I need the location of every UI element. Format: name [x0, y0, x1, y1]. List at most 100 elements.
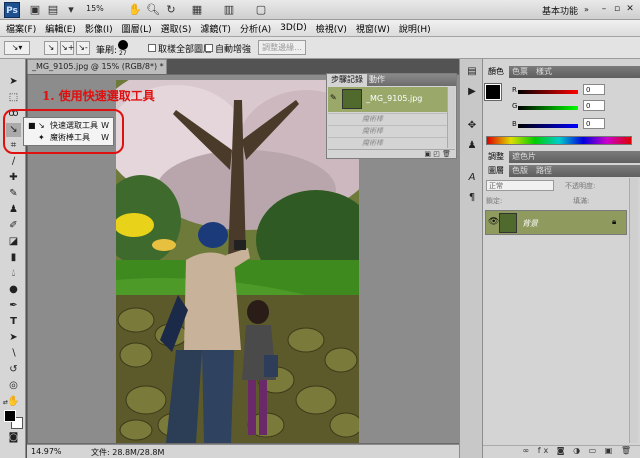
gradient-tool-icon[interactable]: ▮: [6, 251, 21, 265]
red-slider[interactable]: [518, 90, 578, 94]
quick-mask-icon[interactable]: ◙: [6, 431, 21, 445]
character-panel-icon[interactable]: A: [465, 171, 479, 185]
annotation-highlight-box: [3, 109, 124, 154]
rotate-view-icon[interactable]: ↻: [164, 3, 178, 17]
color-panel-fg-swatch[interactable]: [484, 83, 502, 101]
tool-preset-picker[interactable]: ↘▾: [4, 41, 30, 55]
document-tab[interactable]: _MG_9105.jpg @ 15% (RGB/8*) *: [27, 59, 167, 74]
red-channel-label: R: [512, 86, 517, 94]
zoom-icon[interactable]: 🔍︎: [146, 3, 160, 17]
foreground-color-swatch[interactable]: [4, 410, 16, 422]
actions-panel-icon[interactable]: ▶: [465, 85, 479, 99]
hand-icon[interactable]: ✋: [128, 3, 142, 17]
workspace-switcher[interactable]: 基本功能: [542, 4, 578, 17]
new-selection-icon[interactable]: ↘: [44, 41, 58, 55]
history-brush-tool-icon[interactable]: ✐: [6, 219, 21, 233]
sample-all-layers-label: 取樣全部圖層: [158, 45, 213, 55]
blue-channel-label: B: [512, 120, 517, 128]
healing-brush-tool-icon[interactable]: ✚: [6, 171, 21, 185]
close-icon[interactable]: ✕: [624, 4, 636, 15]
add-to-selection-icon[interactable]: ↘+: [60, 41, 74, 55]
history-step[interactable]: 魔術棒: [328, 125, 447, 136]
layer-visibility-eye-icon[interactable]: 👁︎: [488, 217, 499, 227]
minimize-icon[interactable]: –: [598, 4, 610, 15]
blur-tool-icon[interactable]: 💧︎: [6, 267, 21, 281]
history-panel-icon[interactable]: ▤: [465, 65, 479, 79]
arrange-docs-icon[interactable]: ▥: [222, 3, 236, 17]
brush-tool-icon[interactable]: ✎: [6, 187, 21, 201]
layers-scrollbar[interactable]: [629, 178, 638, 443]
adjustments-panel-header: 調整 遮色片: [483, 151, 640, 163]
menu-bar: 檔案(F) 編輯(E) 影像(I) 圖層(L) 選取(S) 濾鏡(T) 分析(A…: [0, 20, 640, 37]
tab-channels[interactable]: 色版: [507, 165, 533, 177]
tab-swatches[interactable]: 色票: [507, 66, 533, 78]
menu-image[interactable]: 影像(I): [85, 22, 113, 35]
tab-masks[interactable]: 遮色片: [507, 151, 541, 163]
menu-file[interactable]: 檔案(F): [6, 22, 36, 35]
zoom-status-field[interactable]: 14.97%: [31, 447, 62, 456]
tab-history[interactable]: 步驟記錄: [327, 74, 367, 86]
extras-icon[interactable]: ▾: [64, 3, 78, 17]
swap-colors-icon[interactable]: ⇄: [3, 399, 8, 406]
dodge-tool-icon[interactable]: ●: [6, 283, 21, 297]
menu-select[interactable]: 選取(S): [161, 22, 192, 35]
history-footer-buttons[interactable]: ▣ ◰ 🗑︎: [328, 149, 455, 158]
shape-tool-icon[interactable]: ∖: [6, 347, 21, 361]
tab-adjustments[interactable]: 調整: [483, 151, 509, 163]
tab-layers[interactable]: 圖層: [483, 165, 509, 177]
red-value-input[interactable]: 0: [583, 84, 605, 95]
brush-preview-icon[interactable]: [118, 40, 128, 50]
blue-slider[interactable]: [518, 124, 578, 128]
color-spectrum-bar[interactable]: [486, 136, 632, 145]
3d-orbit-tool-icon[interactable]: ◎: [6, 379, 21, 393]
refine-edge-button[interactable]: 調整邊緣...: [258, 40, 306, 55]
options-bar: ↘▾ ↘ ↘+ ↘- 筆刷: 27 取樣全部圖層 自動增強 調整邊緣...: [0, 37, 640, 59]
bridge-icon[interactable]: ▣: [28, 3, 42, 17]
tab-color[interactable]: 顏色: [483, 66, 509, 78]
green-slider[interactable]: [518, 106, 578, 110]
sample-all-layers-checkbox[interactable]: [148, 44, 156, 52]
history-step[interactable]: 魔術棒: [328, 137, 447, 148]
restore-icon[interactable]: ▫: [611, 4, 623, 15]
clone-stamp-tool-icon[interactable]: ♟: [6, 203, 21, 217]
type-tool-icon[interactable]: T: [6, 315, 21, 329]
grid-icon[interactable]: ▦: [190, 3, 204, 17]
eraser-tool-icon[interactable]: ◪: [6, 235, 21, 249]
menu-layer[interactable]: 圖層(L): [122, 22, 152, 35]
menu-view[interactable]: 檢視(V): [316, 22, 347, 35]
menu-filter[interactable]: 濾鏡(T): [200, 22, 231, 35]
history-step[interactable]: 魔術棒: [328, 113, 447, 124]
layers-footer-buttons[interactable]: ∞ fx ◙ ◑ ▭ ▣ 🗑︎: [483, 445, 640, 458]
menu-window[interactable]: 視窗(W): [356, 22, 390, 35]
screen-mode-icon[interactable]: ▢: [254, 3, 268, 17]
green-value-input[interactable]: 0: [583, 100, 605, 111]
tab-styles[interactable]: 樣式: [531, 66, 557, 78]
history-snapshot[interactable]: ✎ _MG_9105.jpg: [328, 87, 455, 112]
blue-value-input[interactable]: 0: [583, 118, 605, 129]
eyedropper-tool-icon[interactable]: ∕: [6, 155, 21, 169]
workspace-chevron-icon[interactable]: »: [584, 5, 589, 14]
menu-help[interactable]: 說明(H): [399, 22, 431, 35]
history-brush-source-icon[interactable]: ✎: [330, 93, 337, 102]
clone-source-icon[interactable]: ♟: [465, 139, 479, 153]
menu-analysis[interactable]: 分析(A): [240, 22, 271, 35]
move-tool-icon[interactable]: ➤: [6, 75, 21, 89]
pen-tool-icon[interactable]: ✒: [6, 299, 21, 313]
menu-3d[interactable]: 3D(D): [280, 23, 307, 33]
auto-enhance-checkbox[interactable]: [205, 44, 213, 52]
tab-paths[interactable]: 路徑: [531, 165, 557, 177]
marquee-tool-icon[interactable]: ⬚: [6, 91, 21, 105]
path-selection-tool-icon[interactable]: ➤: [6, 331, 21, 345]
tab-actions[interactable]: 動作: [365, 74, 389, 86]
paragraph-panel-icon[interactable]: ¶: [465, 191, 479, 205]
paths-panel-icon[interactable]: ✥: [465, 119, 479, 133]
history-scrollbar[interactable]: [447, 87, 455, 148]
mini-bridge-icon[interactable]: ▤: [46, 3, 60, 17]
blend-mode-select[interactable]: 正常: [486, 180, 554, 191]
zoom-level-select[interactable]: 15%: [86, 4, 104, 13]
hand-tool-icon[interactable]: ✋: [6, 395, 21, 409]
menu-edit[interactable]: 編輯(E): [45, 22, 76, 35]
subtract-from-selection-icon[interactable]: ↘-: [76, 41, 90, 55]
layer-row-background[interactable]: 👁︎ 背景 🔒︎: [485, 210, 627, 235]
3d-rotate-tool-icon[interactable]: ↺: [6, 363, 21, 377]
